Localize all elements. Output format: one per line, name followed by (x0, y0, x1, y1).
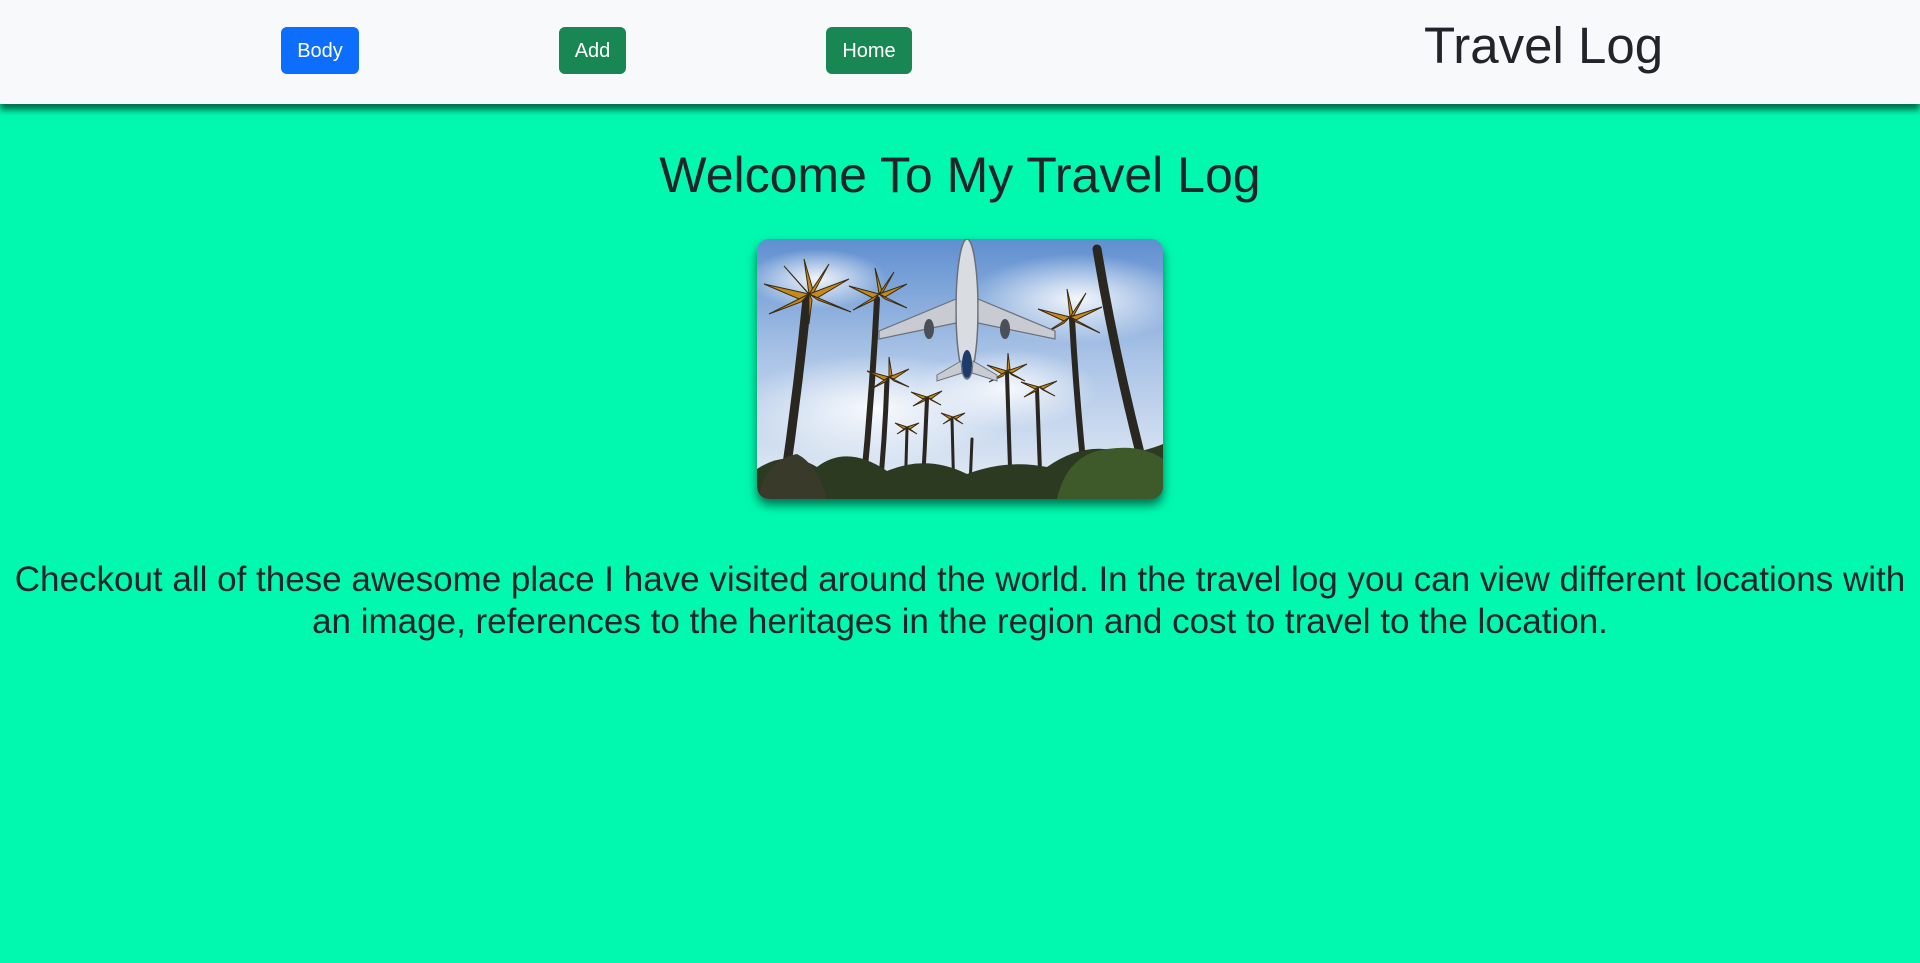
airplane-palm-trees-image (757, 239, 1163, 499)
body-button[interactable]: Body (281, 27, 359, 74)
hero-image (757, 239, 1163, 499)
main-content: Welcome To My Travel Log Checkout all of… (0, 104, 1920, 963)
page-title: Welcome To My Travel Log (659, 147, 1261, 203)
brand-title[interactable]: Travel Log (1424, 16, 1663, 76)
intro-text: Checkout all of these awesome place I ha… (14, 560, 1906, 641)
add-button[interactable]: Add (559, 27, 626, 74)
navbar: Body Add Home Travel Log (0, 0, 1920, 104)
home-button[interactable]: Home (826, 27, 912, 74)
